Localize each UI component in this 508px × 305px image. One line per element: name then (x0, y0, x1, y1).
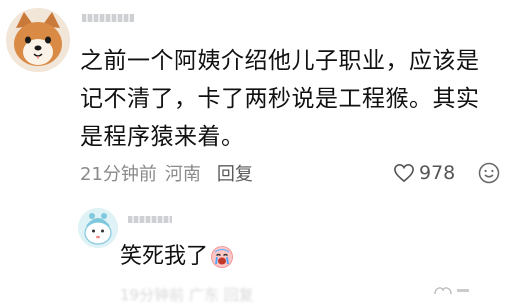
reply-meta: 19分钟前 广东 回复 (120, 286, 254, 304)
like-button[interactable]: 978 (393, 160, 455, 186)
comment-item: 之前一个阿姨介绍他儿子职业，应该是记不清了，卡了两秒说是工程猴。其实是程序猿来着… (0, 0, 508, 200)
comment-text: 之前一个阿姨介绍他儿子职业，应该是记不清了，卡了两秒说是工程猴。其实是程序猿来着… (80, 48, 480, 150)
reply-item: 笑死我了 19分钟前 广东 回复 (0, 200, 508, 304)
emoji-reaction-button[interactable] (478, 162, 500, 184)
heart-icon (394, 163, 414, 183)
reply-content: 笑死我了 (120, 242, 234, 272)
crying-face-emoji-icon (211, 246, 233, 268)
reply-username-masked[interactable] (128, 216, 172, 223)
reply-button[interactable]: 回复 (217, 160, 253, 186)
user-avatar[interactable] (6, 8, 70, 72)
reply-user-avatar[interactable] (78, 208, 118, 248)
shiba-dog-avatar-icon (6, 8, 70, 72)
comment-time: 21分钟前 (80, 164, 157, 185)
comment-location: 河南 (164, 164, 201, 185)
reply-like-icon-partial[interactable] (432, 284, 472, 294)
smile-icon (478, 162, 500, 184)
username-masked[interactable] (82, 14, 134, 22)
cartoon-character-avatar-icon (78, 208, 118, 248)
like-count: 978 (419, 162, 456, 184)
reply-text: 笑死我了 (120, 244, 209, 269)
